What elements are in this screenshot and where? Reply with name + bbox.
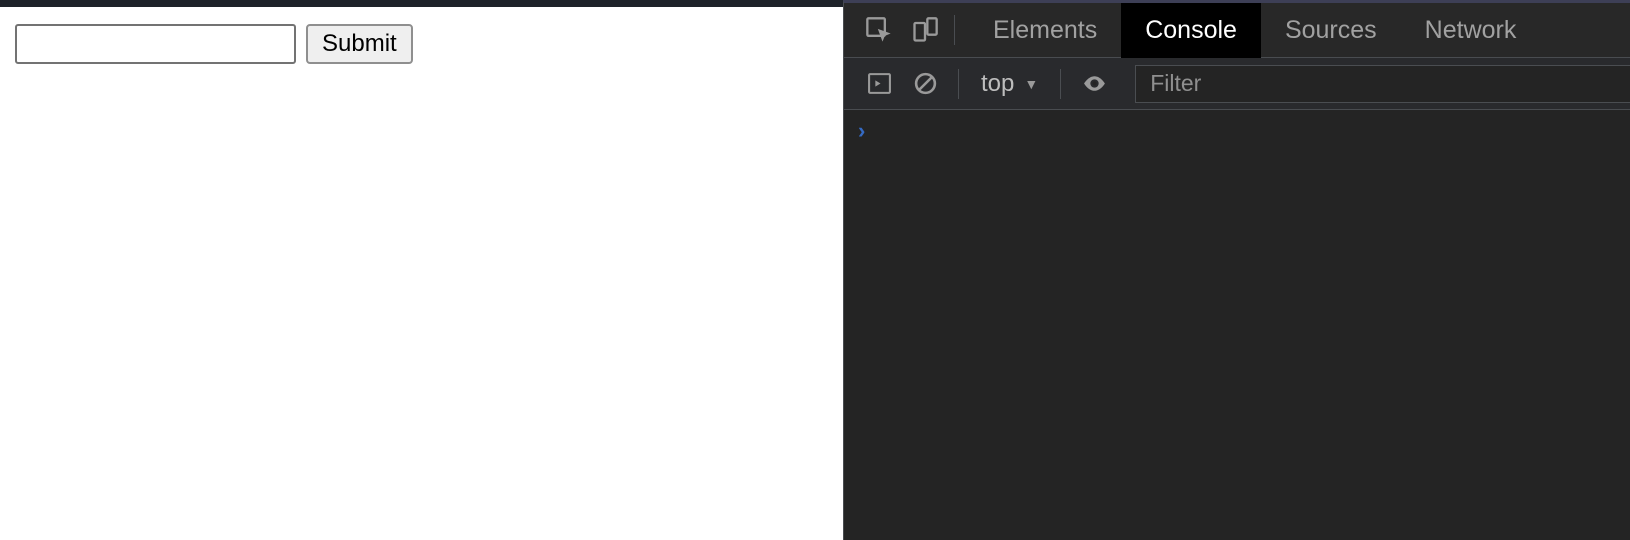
- inspect-element-icon[interactable]: [856, 3, 902, 58]
- tab-elements[interactable]: Elements: [969, 3, 1121, 58]
- device-toolbar-icon[interactable]: [902, 3, 948, 58]
- execution-context-select[interactable]: top ▼: [969, 58, 1050, 110]
- console-body: ›: [844, 110, 1630, 540]
- prompt-caret-icon: ›: [858, 120, 865, 142]
- devtools-panel: Elements Console Sources Network top ▼: [843, 0, 1630, 540]
- rendered-page: Submit: [0, 0, 843, 540]
- context-label: top: [981, 70, 1014, 98]
- filter-input[interactable]: [1136, 66, 1630, 102]
- console-toolbar: top ▼: [844, 58, 1630, 110]
- show-console-sidebar-icon[interactable]: [856, 58, 902, 110]
- separator: [954, 15, 955, 45]
- submit-button[interactable]: Submit: [306, 24, 413, 64]
- filter-wrap: [1135, 65, 1630, 103]
- tab-sources[interactable]: Sources: [1261, 3, 1401, 58]
- console-input[interactable]: [873, 121, 1616, 142]
- separator: [1060, 69, 1061, 99]
- console-prompt-line: ›: [858, 120, 1616, 142]
- form: Submit: [0, 7, 843, 81]
- separator: [958, 69, 959, 99]
- clear-console-icon[interactable]: [902, 58, 948, 110]
- devtools-tabs: Elements Console Sources Network: [844, 3, 1630, 58]
- live-expression-icon[interactable]: [1071, 58, 1117, 110]
- text-input[interactable]: [15, 24, 296, 64]
- tab-console[interactable]: Console: [1121, 3, 1261, 58]
- chevron-down-icon: ▼: [1024, 76, 1038, 92]
- tab-network[interactable]: Network: [1401, 3, 1541, 58]
